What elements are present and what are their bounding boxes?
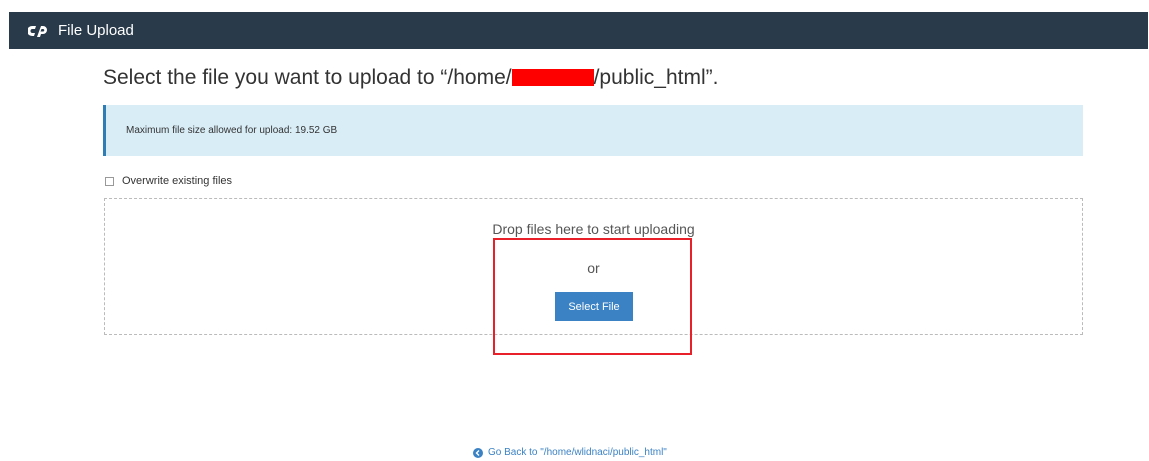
overwrite-checkbox[interactable] (105, 176, 114, 186)
max-size-alert: Maximum file size allowed for upload: 19… (103, 105, 1083, 156)
max-size-text: Maximum file size allowed for upload: 19… (126, 125, 338, 136)
upload-heading: Select the file you want to upload to “/… (103, 66, 718, 90)
annotation-highlight-box (493, 238, 692, 355)
heading-prefix: Select the file you want to upload to “/… (103, 66, 512, 89)
go-back-link[interactable]: Go Back to "/home/wlidnaci/public_html" (473, 447, 667, 458)
top-bar: File Upload (9, 12, 1148, 49)
go-back-text: Go Back to "/home/wlidnaci/public_html" (488, 447, 667, 458)
page-title: File Upload (58, 22, 134, 39)
circle-arrow-left-icon (473, 447, 483, 458)
overwrite-option[interactable]: Overwrite existing files (105, 175, 232, 187)
cpanel-logo-icon[interactable] (28, 24, 50, 38)
overwrite-label: Overwrite existing files (122, 175, 233, 187)
redaction-block (511, 69, 594, 86)
heading-suffix: /public_html”. (593, 66, 719, 89)
drop-instructions: Drop files here to start uploading (492, 221, 695, 237)
